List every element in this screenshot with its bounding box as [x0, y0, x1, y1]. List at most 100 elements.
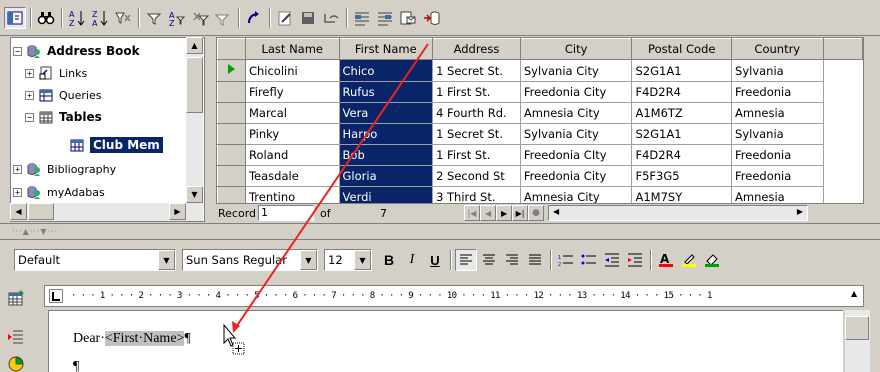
- datasource-explorer-tree[interactable]: − Address Book + Links + Queries − Table…: [10, 37, 205, 222]
- align-right-button[interactable]: [501, 249, 523, 271]
- underline-button[interactable]: U: [424, 249, 446, 271]
- last-record-button[interactable]: ▶|: [512, 205, 529, 221]
- table-cell[interactable]: F4D2R4: [631, 144, 733, 166]
- scroll-left-button[interactable]: ◀: [10, 203, 27, 220]
- table-cell[interactable]: Gloria: [338, 165, 434, 187]
- sort-descending-button[interactable]: ZA: [89, 7, 111, 29]
- table-cell[interactable]: 1 Secret St.: [432, 59, 521, 82]
- apply-filter-button[interactable]: [212, 7, 234, 29]
- table-cell[interactable]: 2 Second St: [432, 165, 521, 187]
- table-cell[interactable]: Sylvania: [731, 123, 824, 145]
- table-cell[interactable]: Trentino: [244, 186, 340, 203]
- grid-vertical-scrollbar[interactable]: [864, 37, 880, 204]
- table-cell[interactable]: A1M6TZ: [631, 102, 733, 124]
- paragraph-style-select[interactable]: Default ▼: [14, 249, 176, 271]
- table-cell[interactable]: Sylvania City: [519, 123, 633, 145]
- expand-icon[interactable]: +: [13, 187, 22, 197]
- scroll-down-button[interactable]: ▼: [186, 186, 203, 203]
- chevron-down-icon[interactable]: ▼: [158, 250, 175, 270]
- collapse-icon[interactable]: −: [13, 46, 22, 56]
- table-cell[interactable]: Amnesia: [731, 186, 824, 203]
- font-color-button[interactable]: A: [655, 249, 677, 271]
- insert-fields-button[interactable]: [5, 326, 27, 348]
- table-row[interactable]: Trentino Verdi 3 Third St. Amnesia City A1M7…: [217, 186, 863, 203]
- table-cell[interactable]: S2G1A1: [631, 59, 733, 82]
- table-row[interactable]: Teasdale Gloria 2 Second St Freedonia City F…: [217, 165, 863, 187]
- edit-data-button[interactable]: [274, 7, 296, 29]
- chevron-down-icon[interactable]: ▼: [354, 250, 371, 270]
- scroll-thumb[interactable]: [28, 203, 54, 220]
- remove-filter-button[interactable]: [189, 7, 211, 29]
- row-header[interactable]: [217, 102, 246, 124]
- table-row[interactable]: Roland Bob 1 First St. Freedonia CIty F4D2R4…: [217, 144, 863, 166]
- insert-table-button[interactable]: [5, 288, 27, 310]
- table-cell[interactable]: Freedonia: [731, 144, 824, 166]
- table-cell[interactable]: 1 First St.: [432, 81, 521, 103]
- table-cell[interactable]: Amnesia: [731, 102, 824, 124]
- table-cell[interactable]: Harpo: [338, 123, 434, 145]
- tree-item-queries[interactable]: + Queries: [25, 84, 101, 106]
- table-cell[interactable]: 1 First St.: [432, 144, 521, 166]
- explorer-toggle-button[interactable]: [4, 6, 26, 29]
- insert-chart-button[interactable]: [5, 352, 27, 372]
- column-header-country[interactable]: Country: [731, 38, 824, 60]
- row-header[interactable]: [217, 123, 246, 145]
- scroll-thumb[interactable]: [186, 57, 203, 113]
- tab-stop-selector[interactable]: [49, 289, 63, 303]
- table-cell[interactable]: Freedonia CIty: [519, 144, 633, 166]
- chevron-down-icon[interactable]: ▼: [300, 250, 317, 270]
- table-cell[interactable]: Teasdale: [244, 165, 340, 187]
- column-header-postal-code[interactable]: Postal Code: [631, 38, 733, 60]
- tree-item-myadabas[interactable]: + myAdabas: [13, 181, 105, 203]
- column-header-city[interactable]: City: [519, 38, 633, 60]
- row-header[interactable]: [217, 165, 246, 187]
- table-cell[interactable]: Freedonia City: [519, 165, 633, 187]
- data-source-button[interactable]: [420, 7, 442, 29]
- table-cell[interactable]: 1 Secret St.: [432, 123, 521, 145]
- table-cell[interactable]: Pinky: [244, 123, 340, 145]
- align-center-button[interactable]: [478, 249, 500, 271]
- tree-vertical-scrollbar[interactable]: ▲ ▼: [186, 37, 203, 203]
- table-cell[interactable]: Freedonia: [731, 81, 824, 103]
- expand-icon[interactable]: +: [25, 68, 34, 78]
- table-cell[interactable]: Vera: [338, 102, 434, 124]
- find-button[interactable]: [35, 7, 57, 29]
- sort-button[interactable]: [112, 7, 134, 29]
- horizontal-ruler[interactable]: · · · 1 · · · 2 · · · 3 · · · 4 · · · 5 …: [44, 285, 864, 307]
- highlight-button[interactable]: [678, 249, 700, 271]
- table-row[interactable]: Chicolini Chico 1 Secret St. Sylvania City S…: [217, 59, 863, 82]
- scroll-up-button[interactable]: ▲: [186, 37, 203, 54]
- tree-item-bibliography[interactable]: + Bibliography: [13, 158, 116, 180]
- record-number-input[interactable]: 1: [258, 205, 315, 221]
- table-cell[interactable]: S2G1A1: [631, 123, 733, 145]
- expand-icon[interactable]: +: [25, 90, 34, 100]
- right-indent-icon[interactable]: ▲: [851, 289, 861, 303]
- tree-horizontal-scrollbar[interactable]: ◀ ▶: [10, 203, 203, 221]
- italic-button[interactable]: I: [401, 249, 423, 271]
- row-header[interactable]: [217, 144, 246, 166]
- tree-item-tables[interactable]: − Tables: [25, 106, 102, 128]
- row-header[interactable]: [217, 81, 246, 103]
- tree-item-links[interactable]: + Links: [25, 62, 87, 84]
- table-cell[interactable]: Chicolini: [244, 59, 340, 82]
- bullets-button[interactable]: [578, 249, 600, 271]
- next-record-button[interactable]: ▶: [496, 205, 513, 221]
- data-table[interactable]: Last Name First Name Address City Postal…: [216, 37, 864, 204]
- column-header-last-name[interactable]: Last Name: [244, 38, 340, 60]
- grid-horizontal-scrollbar[interactable]: ◀ ▶: [548, 205, 809, 221]
- data-to-text-button[interactable]: [351, 7, 373, 29]
- table-cell[interactable]: Bob: [338, 144, 434, 166]
- table-cell[interactable]: Marcal: [244, 102, 340, 124]
- table-row[interactable]: Marcal Vera 4 Fourth Rd. Amnesia City A1M6TZ…: [217, 102, 863, 124]
- data-to-fields-button[interactable]: [374, 7, 396, 29]
- increase-indent-button[interactable]: [624, 249, 646, 271]
- refresh-button[interactable]: [243, 7, 265, 29]
- table-cell[interactable]: Roland: [244, 144, 340, 166]
- row-header[interactable]: [217, 186, 246, 203]
- pane-splitter[interactable]: ···▲···▼···: [0, 223, 880, 240]
- save-record-button[interactable]: [297, 7, 319, 29]
- table-cell[interactable]: Amnesia City: [519, 186, 633, 203]
- sort-ascending-button[interactable]: AZ: [66, 7, 88, 29]
- mail-merge-button[interactable]: [397, 7, 419, 29]
- table-cell[interactable]: Sylvania: [731, 59, 824, 82]
